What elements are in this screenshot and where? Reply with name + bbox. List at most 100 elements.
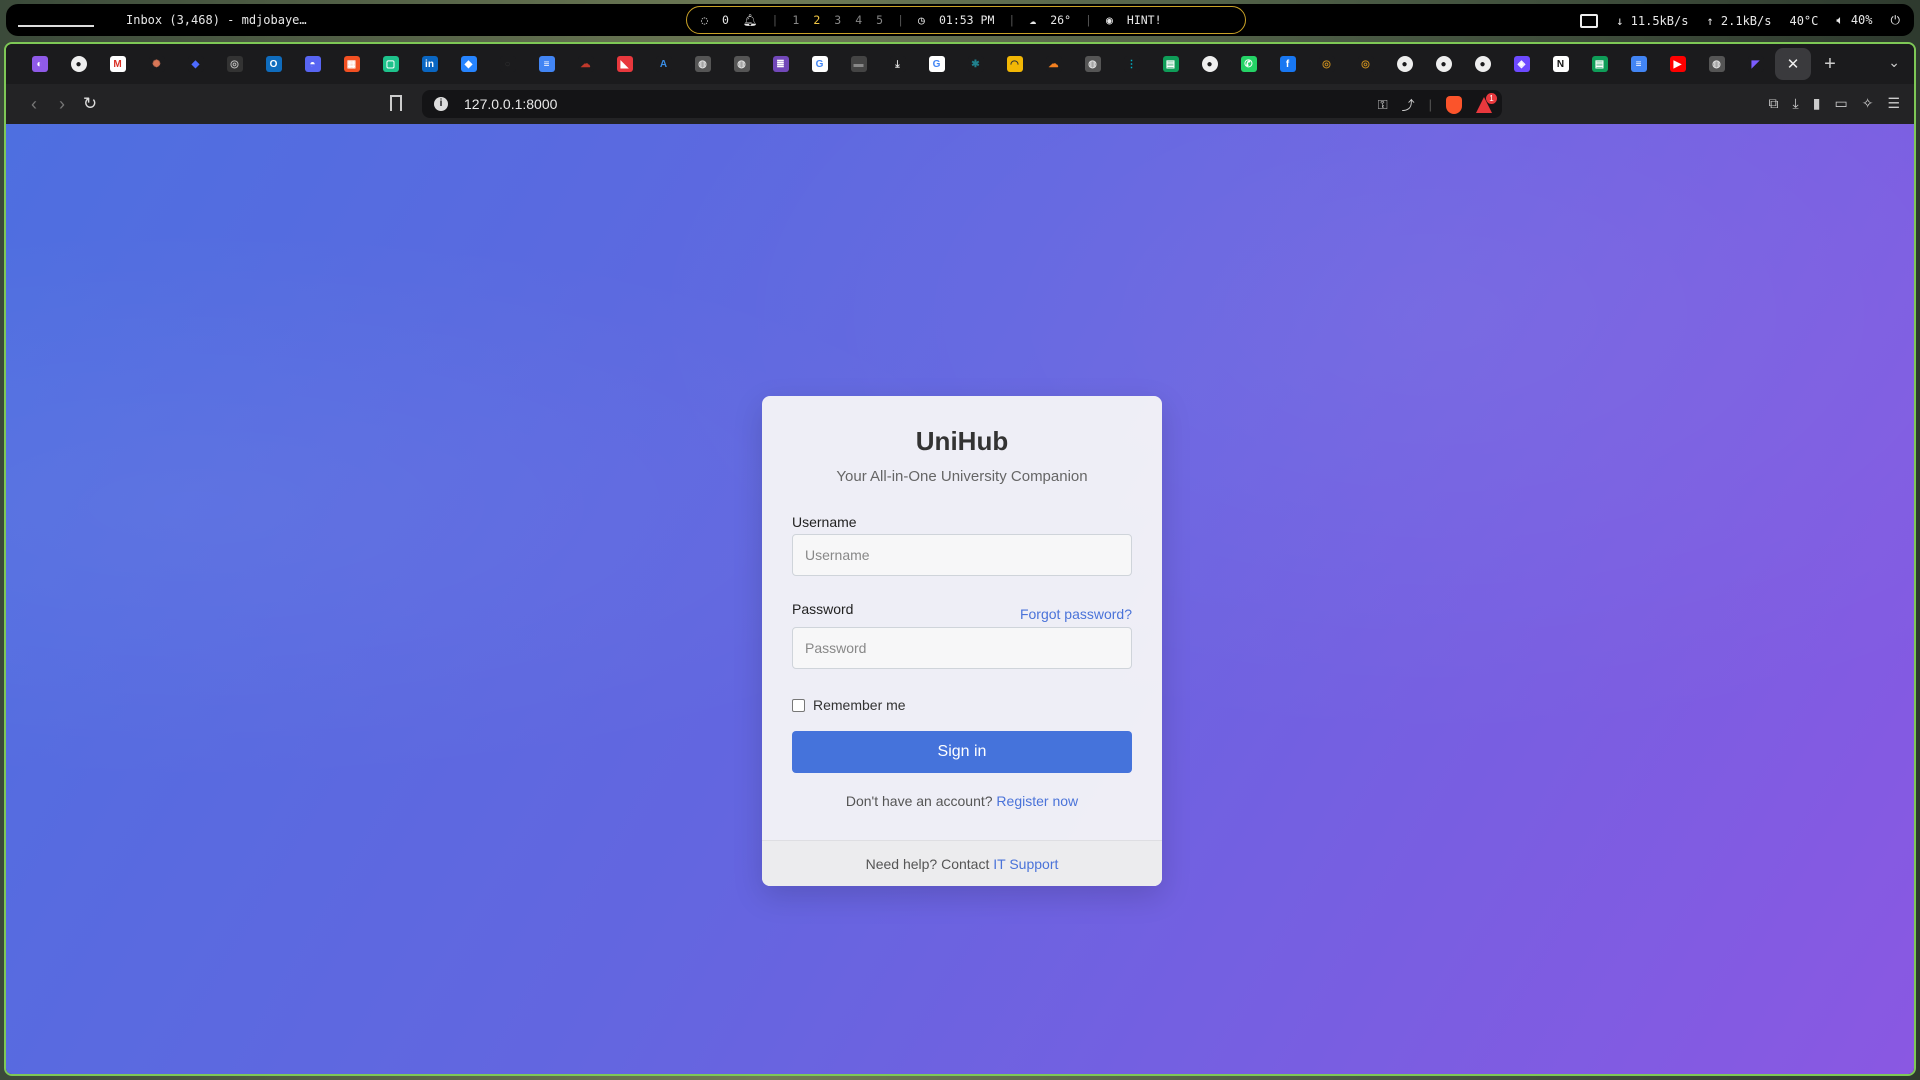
notification-count[interactable]: 0 xyxy=(722,13,729,27)
pinned-tab[interactable]: G xyxy=(917,48,956,80)
help-prompt-text: Need help? Contact xyxy=(865,856,990,872)
pinned-tab[interactable]: O xyxy=(254,48,293,80)
hint-label[interactable]: HINT! xyxy=(1127,13,1162,27)
new-tab-button[interactable]: + xyxy=(1811,53,1849,76)
remember-me-row[interactable]: Remember me xyxy=(792,697,906,713)
reload-button[interactable]: ↻ xyxy=(76,94,104,114)
forward-button[interactable]: › xyxy=(48,94,76,115)
pinned-tab[interactable]: ☁ xyxy=(1034,48,1073,80)
pinned-tab[interactable]: ☁ xyxy=(566,48,605,80)
pinned-tab[interactable]: ▤ xyxy=(1580,48,1619,80)
brave-rewards-icon[interactable]: 1 xyxy=(1476,92,1497,113)
pinned-tab[interactable]: ≣ xyxy=(761,48,800,80)
gmail-icon: M xyxy=(109,56,126,72)
workspace-1[interactable]: 1 xyxy=(792,13,799,27)
register-prompt: Don't have an account? Register now xyxy=(762,793,1162,809)
active-tab-close-button[interactable]: ✕ xyxy=(1775,48,1811,80)
username-input[interactable] xyxy=(792,534,1132,576)
pinned-tab[interactable]: f xyxy=(1268,48,1307,80)
monitor-icon[interactable] xyxy=(1580,13,1599,28)
power-icon[interactable]: ⏻ xyxy=(1891,13,1901,28)
sidebar-icon[interactable]: ▮ xyxy=(1813,95,1821,112)
downloads-icon[interactable]: ⤓ xyxy=(1793,95,1799,112)
weather-temp: 26° xyxy=(1050,13,1072,27)
forgot-password-link[interactable]: Forgot password? xyxy=(1020,606,1132,622)
brave-shields-icon[interactable] xyxy=(1446,95,1462,114)
pinned-tab[interactable]: ◎ xyxy=(1346,48,1385,80)
pinned-tab[interactable]: ▶ xyxy=(1658,48,1697,80)
pinned-tab[interactable]: ⤓ xyxy=(878,48,917,80)
pinned-tab[interactable]: ▬ xyxy=(839,48,878,80)
pinned-tab[interactable]: M xyxy=(98,48,137,80)
pinned-tab[interactable]: G xyxy=(800,48,839,80)
pinned-tab[interactable]: ◣ xyxy=(605,48,644,80)
pinned-tab[interactable]: ● xyxy=(1424,48,1463,80)
workspace-2[interactable]: 2 xyxy=(813,13,820,27)
pinned-tab[interactable]: in xyxy=(410,48,449,80)
sign-in-button[interactable]: Sign in xyxy=(792,731,1132,773)
pinned-tab[interactable]: ◆ xyxy=(449,48,488,80)
password-input[interactable] xyxy=(792,627,1132,669)
leo-ai-icon[interactable]: ✧ xyxy=(1862,95,1874,112)
pinned-tab[interactable]: ✆ xyxy=(1229,48,1268,80)
register-link[interactable]: Register now xyxy=(996,793,1078,809)
pinned-tab[interactable]: ○ xyxy=(488,48,527,80)
bookmark-icon[interactable] xyxy=(390,95,402,115)
pinned-tab[interactable]: ◎ xyxy=(1307,48,1346,80)
tab-list-chevron-icon[interactable]: ⌄ xyxy=(1888,54,1900,71)
globe-icon: ◍ xyxy=(733,56,750,72)
pinned-tab[interactable]: ◐ xyxy=(20,48,59,80)
it-support-link[interactable]: IT Support xyxy=(993,856,1058,872)
pdf-icon: ◣ xyxy=(616,56,633,72)
pinned-tab[interactable]: ● xyxy=(1190,48,1229,80)
menu-icon[interactable]: ☰ xyxy=(1887,95,1900,112)
pinned-tab[interactable]: ▦ xyxy=(332,48,371,80)
github-icon: ● xyxy=(70,56,87,72)
site-info-icon[interactable]: i xyxy=(434,97,448,111)
pinned-tab[interactable]: ◍ xyxy=(1697,48,1736,80)
pinned-tab[interactable]: ◤ xyxy=(1736,48,1775,80)
workspace-indicator[interactable] xyxy=(18,13,94,27)
status-center-module: ◌ 0 🔔︎ | 1 2 3 4 5 | ◷ 01:53 PM | ☁ 26° … xyxy=(686,6,1246,34)
workspace-5[interactable]: 5 xyxy=(876,13,883,27)
pinned-tab[interactable]: ▢ xyxy=(371,48,410,80)
pinned-tab[interactable]: ◓ xyxy=(293,48,332,80)
pinned-tab[interactable]: ≡ xyxy=(527,48,566,80)
pinned-tab[interactable]: ▤ xyxy=(1151,48,1190,80)
docs-icon: ≡ xyxy=(538,56,555,72)
volume-icon[interactable]: 🔈︎ 40% xyxy=(1836,13,1872,28)
pinned-tab[interactable]: N xyxy=(1541,48,1580,80)
address-bar-actions: ⚿ ⤴ | 1 xyxy=(1378,92,1497,114)
pinned-tab[interactable]: ◠ xyxy=(995,48,1034,80)
pinned-tab[interactable]: ◍ xyxy=(722,48,761,80)
pinned-tab[interactable]: ✺ xyxy=(137,48,176,80)
pinned-tab[interactable]: ◎ xyxy=(215,48,254,80)
pinned-tab[interactable]: ● xyxy=(59,48,98,80)
remember-me-checkbox[interactable] xyxy=(792,698,805,712)
pinned-tab[interactable]: ● xyxy=(1385,48,1424,80)
pinned-tab[interactable]: ✱ xyxy=(956,48,995,80)
system-status-bar: Inbox (3,468) - mdjobaye… ◌ 0 🔔︎ | 1 2 3… xyxy=(6,4,1914,36)
status-right-module: ↓ 11.5kB/s ↑ 2.1kB/s 40°C 🔈︎ 40% ⏻ xyxy=(1580,13,1900,28)
pinned-tab[interactable]: ◈ xyxy=(1502,48,1541,80)
workspace-3[interactable]: 3 xyxy=(834,13,841,27)
tab-icon: ▬ xyxy=(850,56,867,72)
weather-icon: ☁ xyxy=(1029,13,1037,27)
pinned-tab[interactable]: ◍ xyxy=(683,48,722,80)
pinned-tab[interactable]: ≡ xyxy=(1619,48,1658,80)
globe-icon: ◍ xyxy=(1708,56,1725,72)
address-bar[interactable]: i 127.0.0.1:8000 ⚿ ⤴ | 1 xyxy=(422,90,1502,118)
pinned-tab[interactable]: A xyxy=(644,48,683,80)
url-text[interactable]: 127.0.0.1:8000 xyxy=(464,96,557,112)
extensions-icon[interactable]: ⧉ xyxy=(1769,95,1779,112)
pinned-tab[interactable]: ● xyxy=(1463,48,1502,80)
pinned-tab[interactable]: ⋮ xyxy=(1112,48,1151,80)
share-icon[interactable]: ⤴ xyxy=(1402,95,1415,114)
back-button[interactable]: ‹ xyxy=(20,94,48,115)
eye-off-icon[interactable]: ◉ xyxy=(1106,13,1113,27)
key-icon[interactable]: ⚿ xyxy=(1378,97,1388,113)
pinned-tab[interactable]: ◆ xyxy=(176,48,215,80)
wallet-icon[interactable]: ▭ xyxy=(1834,95,1847,112)
workspace-4[interactable]: 4 xyxy=(855,13,862,27)
pinned-tab[interactable]: ◍ xyxy=(1073,48,1112,80)
